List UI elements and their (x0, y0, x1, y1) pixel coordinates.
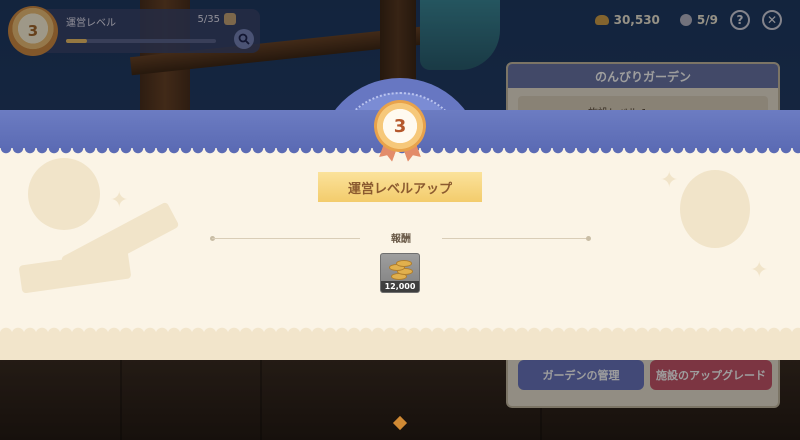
rewards-label: 報酬 (391, 234, 411, 245)
sparkle-icon: ✦ (660, 168, 679, 193)
sparkle-icon: ✦ (110, 188, 129, 213)
banner-bottom-band (0, 326, 800, 360)
rewards-divider (212, 238, 360, 239)
levelup-level-number: 3 (393, 115, 407, 137)
levelup-title: 運営レベルアップ (318, 172, 482, 202)
sparkle-icon: ✦ (750, 258, 769, 283)
medal-disc: 3 (374, 100, 426, 152)
balloon-decoration (28, 158, 100, 230)
reward-amount: 12,000 (381, 281, 419, 292)
coins-icon (387, 259, 415, 281)
rewards-divider (442, 238, 588, 239)
divider-dot (586, 236, 591, 241)
reward-item[interactable]: 12,000 (380, 253, 420, 293)
balloon-decoration (680, 170, 750, 248)
film-strip-decoration (18, 250, 132, 294)
level-medal: 3 (372, 100, 428, 156)
